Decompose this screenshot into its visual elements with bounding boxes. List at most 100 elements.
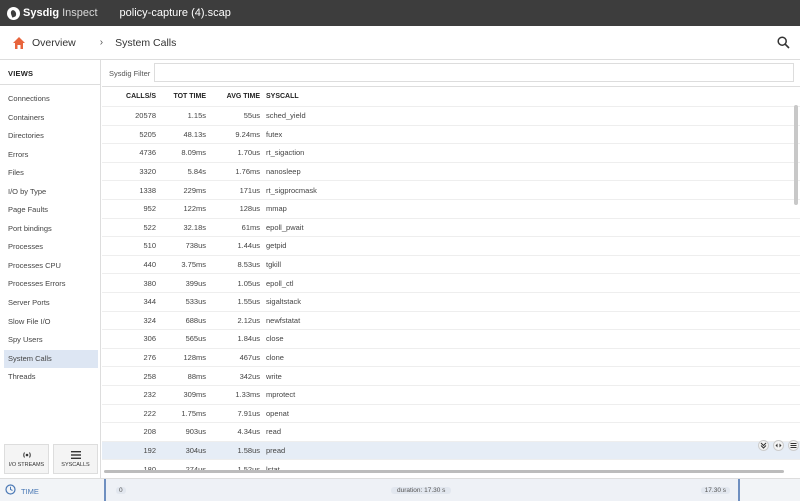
- sidebar-item-errors[interactable]: Errors: [4, 146, 98, 165]
- cell-avg-time: 1.84us: [237, 334, 260, 344]
- column-header-syscall[interactable]: SYSCALL: [266, 93, 299, 100]
- table-row[interactable]: 440 3.75ms 8.53us tgkill: [102, 254, 800, 274]
- cell-tot-time: 1.75ms: [181, 408, 206, 418]
- cell-syscall: sched_yield: [266, 111, 306, 121]
- sidebar-item-connections[interactable]: Connections: [4, 90, 98, 109]
- table-row[interactable]: 344 533us 1.55us sigaltstack: [102, 291, 800, 311]
- cell-syscall: futex: [266, 129, 283, 139]
- menu-icon[interactable]: [788, 440, 799, 451]
- cell-syscall: close: [266, 334, 284, 344]
- timeline-range[interactable]: 0 duration: 17.30 s 17.30 s: [104, 479, 740, 501]
- sidebar-item-server-ports[interactable]: Server Ports: [4, 294, 98, 313]
- cell-calls-per-sec: 258: [143, 371, 156, 381]
- table-row[interactable]: 4736 8.09ms 1.70us rt_sigaction: [102, 143, 800, 162]
- cell-tot-time: 8.09ms: [181, 148, 206, 158]
- sidebar-item-i-o-by-type[interactable]: I/O by Type: [4, 183, 98, 202]
- table-row[interactable]: 3320 5.84s 1.76ms nanosleep: [102, 161, 800, 181]
- cell-tot-time: 304us: [185, 445, 206, 455]
- cell-syscall: nanosleep: [266, 167, 301, 177]
- cell-tot-time: 309ms: [183, 390, 206, 400]
- column-header-tot-time[interactable]: TOT TIME: [156, 93, 206, 100]
- table-row[interactable]: 20578 1.15s 55us sched_yield: [102, 106, 800, 125]
- table-row[interactable]: 324 688us 2.12us newfstatat: [102, 310, 800, 330]
- sidebar-item-threads[interactable]: Threads: [4, 368, 98, 387]
- cell-avg-time: 171us: [239, 185, 260, 195]
- table-row[interactable]: 222 1.75ms 7.91us openat: [102, 403, 800, 423]
- table-body: 20578 1.15s 55us sched_yield 5205 48.13s 9.24m…: [102, 106, 800, 472]
- sidebar-item-page-faults[interactable]: Page Faults: [4, 201, 98, 220]
- table-row[interactable]: 380 399us 1.05us epoll_ctl: [102, 273, 800, 292]
- cell-tot-time: 1.15s: [187, 111, 206, 121]
- sidebar-item-containers[interactable]: Containers: [4, 109, 98, 128]
- table-header: CALLS/S TOT TIME AVG TIME SYSCALL: [102, 87, 800, 106]
- sidebar-item-files[interactable]: Files: [4, 164, 98, 183]
- table-row[interactable]: 952 122ms 128us mmap: [102, 198, 800, 218]
- cell-tot-time: 32.18s: [183, 222, 206, 232]
- cell-syscall: read: [266, 427, 282, 437]
- cell-syscall: newfstatat: [266, 315, 301, 325]
- time-label[interactable]: TIME: [21, 487, 39, 496]
- io-streams-button[interactable]: I/O STREAMS: [4, 444, 49, 474]
- cell-avg-time: 61ms: [241, 222, 260, 232]
- drill-down-icon[interactable]: [758, 440, 769, 451]
- table-row[interactable]: 522 32.18s 61ms epoll_pwait: [102, 217, 800, 237]
- sidebar-item-processes-cpu[interactable]: Processes CPU: [4, 257, 98, 276]
- table-row[interactable]: 5205 48.13s 9.24ms futex: [102, 124, 800, 144]
- cell-avg-time: 1.55us: [237, 297, 260, 307]
- table-row[interactable]: 258 88ms 342us write: [102, 366, 800, 385]
- sidebar-item-slow-file-i-o[interactable]: Slow File I/O: [4, 313, 98, 332]
- cell-calls-per-sec: 380: [143, 278, 156, 288]
- timeline-end: 17.30 s: [700, 487, 730, 494]
- io-streams-label: I/O STREAMS: [8, 461, 45, 468]
- column-header-avg-time[interactable]: AVG TIME: [206, 93, 260, 100]
- vertical-scrollbar[interactable]: [794, 105, 798, 205]
- breadcrumb: Overview › System Calls: [0, 26, 800, 60]
- cell-calls-per-sec: 4736: [139, 148, 156, 158]
- table-row[interactable]: 232 309ms 1.33ms mprotect: [102, 384, 800, 404]
- clock-icon[interactable]: [5, 484, 16, 495]
- sidebar-item-directories[interactable]: Directories: [4, 127, 98, 146]
- table-row[interactable]: 306 565us 1.84us close: [102, 329, 800, 348]
- time-bar: TIME 0 duration: 17.30 s 17.30 s: [0, 478, 800, 501]
- cell-avg-time: 1.44us: [237, 241, 260, 251]
- table-row[interactable]: 192 304us 1.58us pread: [102, 440, 800, 460]
- cell-calls-per-sec: 276: [143, 353, 156, 363]
- timeline-start: 0: [116, 487, 126, 494]
- cell-calls-per-sec: 344: [143, 297, 156, 307]
- row-actions: [758, 440, 799, 451]
- cell-syscall: sigaltstack: [266, 297, 302, 307]
- io-streams-icon: [22, 451, 31, 458]
- cell-calls-per-sec: 208: [143, 427, 156, 437]
- cell-avg-time: 467us: [239, 353, 260, 363]
- cell-tot-time: 533us: [185, 297, 206, 307]
- horizontal-scrollbar[interactable]: [104, 470, 784, 473]
- table-row[interactable]: 208 903us 4.34us read: [102, 422, 800, 441]
- cell-syscall: mprotect: [266, 390, 296, 400]
- cell-avg-time: 8.53us: [237, 260, 260, 270]
- breadcrumb-overview[interactable]: Overview: [32, 37, 76, 49]
- syscalls-list-icon: [70, 450, 81, 459]
- column-header-calls[interactable]: CALLS/S: [102, 93, 156, 100]
- syscalls-button[interactable]: SYSCALLS: [53, 444, 98, 474]
- views-list: Connections Containers Directories Errors Fi…: [4, 90, 98, 387]
- sidebar-item-spy-users[interactable]: Spy Users: [4, 331, 98, 350]
- cell-syscall: epoll_ctl: [266, 278, 294, 288]
- cell-calls-per-sec: 440: [143, 260, 156, 270]
- sidebar-item-port-bindings[interactable]: Port bindings: [4, 220, 98, 239]
- sidebar-item-processes[interactable]: Processes: [4, 238, 98, 257]
- table-row[interactable]: 510 738us 1.44us getpid: [102, 236, 800, 255]
- cell-calls-per-sec: 522: [143, 222, 156, 232]
- divider: [0, 84, 100, 85]
- cell-tot-time: 122ms: [183, 204, 206, 214]
- table-row[interactable]: 1338 229ms 171us rt_sigprocmask: [102, 180, 800, 199]
- timeline-duration: duration: 17.30 s: [391, 487, 452, 494]
- expand-icon[interactable]: [773, 440, 784, 451]
- sidebar-item-system-calls[interactable]: System Calls: [4, 349, 98, 369]
- view-mode-buttons: I/O STREAMS SYSCALLS: [0, 440, 100, 479]
- sidebar-item-processes-errors[interactable]: Processes Errors: [4, 275, 98, 294]
- search-icon[interactable]: [777, 36, 790, 49]
- cell-tot-time: 88ms: [187, 371, 206, 381]
- table-row[interactable]: 276 128ms 467us clone: [102, 347, 800, 367]
- sysdig-filter-input[interactable]: [154, 63, 794, 82]
- home-icon[interactable]: [12, 36, 26, 50]
